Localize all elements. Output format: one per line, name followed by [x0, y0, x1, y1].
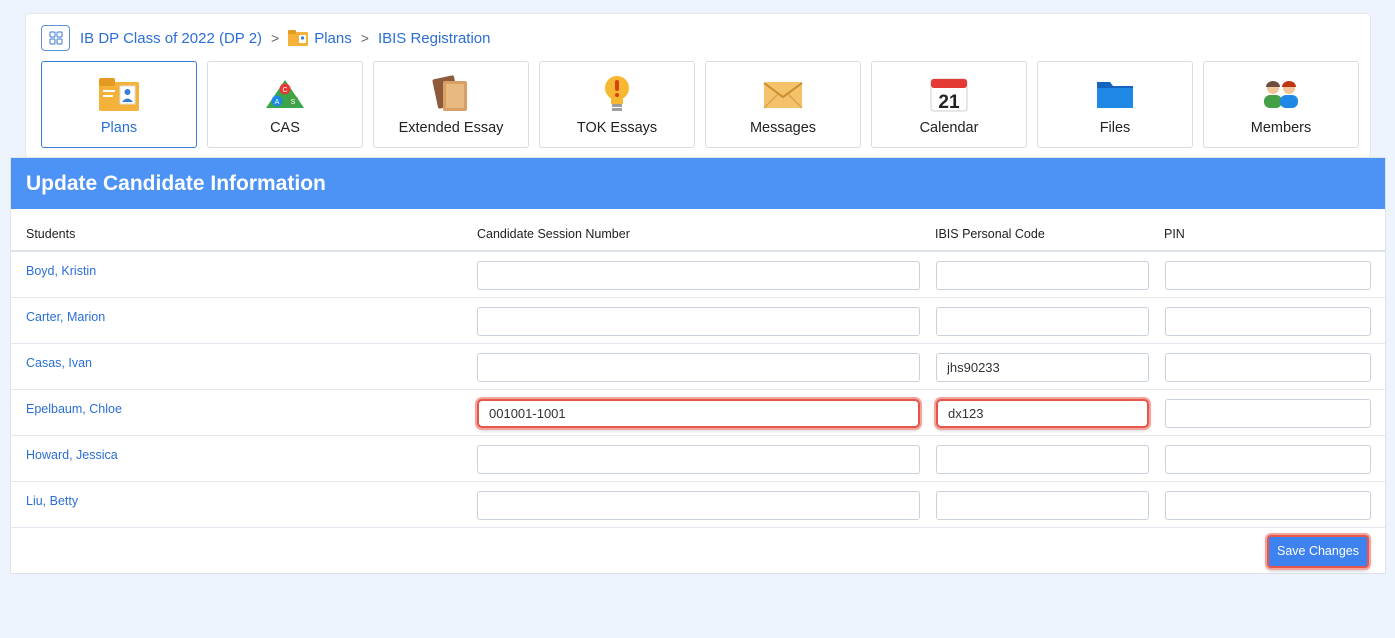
table-row: Boyd, Kristin [11, 251, 1385, 298]
breadcrumb-class-link[interactable]: IB DP Class of 2022 (DP 2) [80, 30, 262, 47]
personal-code-input[interactable] [936, 261, 1149, 290]
tab-label: Calendar [919, 120, 979, 136]
lightbulb-icon [596, 74, 638, 114]
tab-cas[interactable]: C A S CAS [207, 61, 363, 148]
table-row: Casas, Ivan [11, 343, 1385, 390]
cas-letter: C [282, 87, 287, 94]
folder-icon [1094, 74, 1136, 114]
card-title: Update Candidate Information [11, 158, 1385, 209]
column-header-pin: PIN [1149, 209, 1385, 252]
breadcrumb-plans-link[interactable]: Plans [314, 30, 352, 47]
pin-input[interactable] [1165, 444, 1371, 474]
tab-calendar[interactable]: 21 Calendar [871, 61, 1027, 148]
books-icon [430, 74, 472, 114]
pin-input[interactable] [1165, 352, 1371, 382]
personal-code-input[interactable] [936, 444, 1149, 474]
tab-extended-essay[interactable]: Extended Essay [373, 61, 529, 148]
student-link[interactable]: Boyd, Kristin [26, 264, 96, 278]
tab-label: Members [1250, 120, 1312, 136]
column-header-students: Students [11, 209, 462, 252]
breadcrumb-separator: > [360, 30, 369, 46]
table-row: Epelbaum, Chloe [11, 389, 1385, 436]
save-changes-button[interactable]: Save Changes [1267, 534, 1369, 568]
student-cell: Carter, Marion [11, 297, 462, 344]
table-row: Howard, Jessica [11, 435, 1385, 482]
tab-label: Plans [100, 120, 138, 136]
column-header-personal-code: IBIS Personal Code [920, 209, 1149, 252]
tab-members[interactable]: Members [1203, 61, 1359, 148]
table-row: Carter, Marion [11, 297, 1385, 344]
calendar-day: 21 [938, 92, 960, 112]
tab-files[interactable]: Files [1037, 61, 1193, 148]
tab-label: TOK Essays [576, 120, 658, 136]
cas-triangle-icon: C A S [264, 74, 306, 114]
personal-code-input[interactable] [936, 352, 1149, 382]
student-cell: Boyd, Kristin [11, 251, 462, 298]
pin-input[interactable] [1165, 490, 1371, 520]
session-number-input[interactable] [477, 261, 920, 290]
tab-label: Files [1099, 120, 1131, 136]
student-cell: Epelbaum, Chloe [11, 389, 462, 436]
pin-input[interactable] [1165, 261, 1371, 290]
session-number-input[interactable] [477, 398, 920, 428]
student-link[interactable]: Liu, Betty [26, 494, 78, 508]
tab-tok-essays[interactable]: TOK Essays [539, 61, 695, 148]
app-grid-button[interactable] [41, 25, 70, 51]
session-number-input[interactable] [477, 352, 920, 382]
pin-input[interactable] [1165, 306, 1371, 336]
breadcrumb-separator: > [271, 30, 280, 46]
session-number-input[interactable] [477, 306, 920, 336]
cas-letter: A [275, 99, 280, 106]
module-tabs: Plans C A S CAS Extended Essay TOK Essay… [41, 61, 1359, 148]
calendar-icon: 21 [928, 74, 970, 114]
student-cell: Liu, Betty [11, 481, 462, 528]
session-number-input[interactable] [477, 444, 920, 474]
student-link[interactable]: Carter, Marion [26, 310, 105, 324]
candidate-info-card: Update Candidate Information Students Ca… [10, 157, 1386, 574]
tab-messages[interactable]: Messages [705, 61, 861, 148]
breadcrumb-current[interactable]: IBIS Registration [378, 30, 491, 47]
pin-input[interactable] [1165, 398, 1371, 428]
table-header-row: Students Candidate Session Number IBIS P… [11, 209, 1385, 252]
table-row: Liu, Betty [11, 481, 1385, 528]
breadcrumb: IB DP Class of 2022 (DP 2) > Plans > IBI… [41, 25, 491, 51]
student-link[interactable]: Epelbaum, Chloe [26, 402, 122, 416]
student-cell: Howard, Jessica [11, 435, 462, 482]
people-icon [1260, 74, 1302, 114]
plans-folder-icon [98, 74, 140, 114]
tab-label: Messages [749, 120, 817, 136]
column-header-session-number: Candidate Session Number [462, 209, 920, 252]
personal-code-input[interactable] [936, 490, 1149, 520]
tab-label: Extended Essay [398, 120, 504, 136]
personal-code-input[interactable] [936, 306, 1149, 336]
navigation-panel: IB DP Class of 2022 (DP 2) > Plans > IBI… [25, 13, 1371, 158]
tab-label: CAS [270, 120, 300, 136]
tab-plans[interactable]: Plans [41, 61, 197, 148]
cas-letter: S [291, 99, 296, 106]
session-number-input[interactable] [477, 490, 920, 520]
personal-code-input[interactable] [936, 398, 1149, 428]
candidates-table: Students Candidate Session Number IBIS P… [11, 209, 1385, 528]
student-link[interactable]: Howard, Jessica [26, 448, 118, 462]
envelope-icon [762, 74, 804, 114]
card-footer: Save Changes [11, 528, 1385, 573]
plans-folder-icon [288, 30, 309, 46]
student-cell: Casas, Ivan [11, 343, 462, 390]
grid-icon [48, 31, 63, 45]
student-link[interactable]: Casas, Ivan [26, 356, 92, 370]
